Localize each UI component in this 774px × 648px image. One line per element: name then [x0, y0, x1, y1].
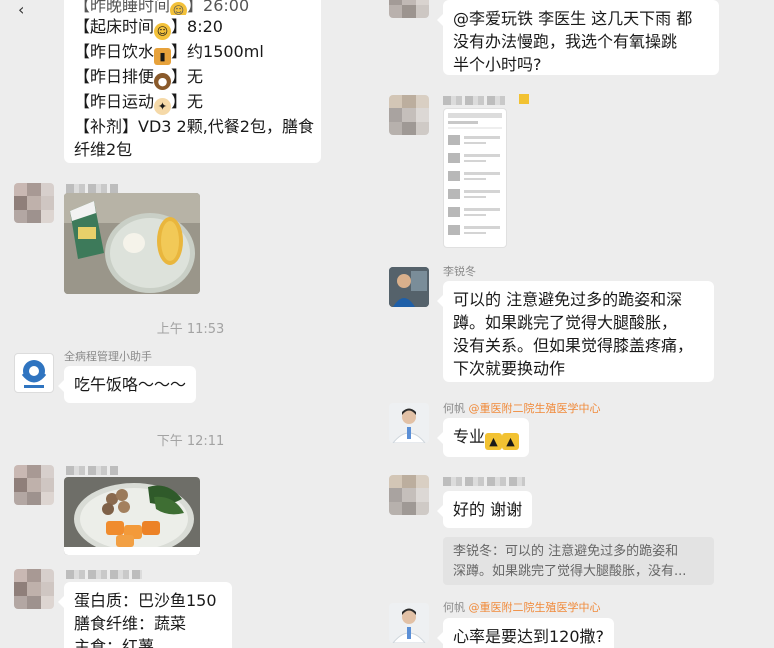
hefan-photo-drawing	[389, 603, 429, 643]
blurred-sender-name	[443, 96, 505, 105]
poop-emoji-icon: ●	[154, 73, 172, 90]
hefan-message-bubble[interactable]: 专业 ▲ ▲	[436, 418, 530, 457]
screenshot-image[interactable]	[443, 108, 507, 248]
assistant-logo-icon	[21, 360, 47, 388]
lunch-photo[interactable]	[64, 477, 200, 555]
avatar[interactable]	[389, 0, 429, 18]
blurred-sender-name	[66, 184, 118, 193]
avatar[interactable]	[14, 569, 54, 609]
yellow-emoji-icon	[519, 94, 529, 104]
organization-mention[interactable]: @重医附二院生殖医学中心	[469, 402, 601, 415]
message-line: 没有关系。但如果觉得膝盖疼痛，	[453, 336, 694, 355]
stool-label: 【昨日排便	[74, 67, 155, 86]
timestamp: 上午 11:53	[156, 322, 225, 337]
question-bubble[interactable]: @李爱玩铁 李医生 这几天下雨 都 没有办法慢跑，我选个有氧操跳 半个小时吗?	[437, 0, 719, 75]
cup-emoji-icon: ▮	[154, 48, 172, 65]
stool-value: 】无	[171, 67, 204, 86]
doctor-photo-drawing	[389, 267, 429, 307]
partial-line: 【昨晚睡时间 ☺ 】26:00	[74, 0, 311, 15]
message-line: 没有办法慢跑，我选个有氧操跳	[453, 32, 678, 51]
message-line: 可以的 注意避免过多的跪姿和深	[453, 290, 683, 309]
water-line: 【昨日饮水 ▮ 】约1500ml	[74, 40, 311, 65]
hefan-avatar[interactable]	[389, 603, 429, 643]
exercise-line: 【昨日运动 ✦ 】无	[74, 90, 311, 115]
exercise-label: 【昨日运动	[74, 92, 155, 111]
back-arrow-icon[interactable]: ‹	[18, 0, 24, 19]
avatar[interactable]	[389, 475, 429, 515]
diet-line: 蛋白质：巴沙鱼150	[74, 591, 217, 610]
lunch-photo-drawing	[64, 477, 200, 555]
sender-name: 何帆	[443, 402, 465, 415]
right-chat-panel: @李爱玩铁 李医生 这几天下雨 都 没有办法慢跑，我选个有氧操跳 半个小时吗?	[379, 0, 774, 648]
breakfast-photo-drawing	[64, 193, 200, 294]
wake-label: 【起床时间	[74, 17, 155, 36]
diet-line: 主食：红薯	[74, 637, 155, 648]
quoted-message[interactable]: 李锐冬：可以的 注意避免过多的跪姿和 深蹲。如果跳完了觉得大腿酸胀，没有...	[443, 537, 714, 585]
hefan-name-line: 何帆 @重医附二院生殖医学中心	[443, 400, 601, 416]
sender-name: 李锐冬	[443, 265, 476, 278]
avatar[interactable]	[389, 95, 429, 135]
hefan-name-line: 何帆 @重医附二院生殖医学中心	[443, 599, 601, 615]
assistant-avatar[interactable]	[14, 353, 54, 393]
left-chat-panel: ‹ 【昨晚睡时间 ☺ 】26:00 【起床时间 ☺ 】8:20 【昨日饮水 ▮ 】约1500…	[0, 0, 381, 648]
blurred-sender-name	[66, 466, 118, 475]
water-label: 【昨日饮水	[74, 42, 155, 61]
supplement-line-2: 纤维2包	[74, 140, 133, 159]
stool-line: 【昨日排便 ● 】无	[74, 65, 311, 90]
quote-line: 李锐冬：可以的 注意避免过多的跪姿和	[453, 544, 679, 559]
hefan-photo-drawing	[389, 403, 429, 443]
avatar[interactable]	[14, 183, 54, 223]
doctor-avatar[interactable]	[389, 267, 429, 307]
blurred-sender-name	[443, 477, 525, 486]
quote-line: 深蹲。如果跳完了觉得大腿酸胀，没有...	[453, 564, 687, 579]
message-text: 专业	[453, 427, 486, 446]
message-line: 蹲。如果跳完了觉得大腿酸胀，	[453, 313, 678, 332]
message-line: 半个小时吗?	[453, 55, 542, 74]
blurred-sender-name	[66, 570, 142, 579]
daily-log-bubble[interactable]: 【昨晚睡时间 ☺ 】26:00 【起床时间 ☺ 】8:20 【昨日饮水 ▮ 】约1500ml…	[64, 0, 321, 163]
message-line: @李爱玩铁 李医生 这几天下雨 都	[453, 9, 693, 28]
water-value: 】约1500ml	[171, 42, 264, 61]
timestamp: 下午 12:11	[156, 434, 225, 449]
diet-message-bubble[interactable]: 蛋白质：巴沙鱼150 膳食纤维：蔬菜 主食：红薯	[58, 582, 232, 648]
wake-time-line: 【起床时间 ☺ 】8:20	[74, 15, 311, 40]
message-line: 下次就要换动作	[453, 359, 566, 378]
sender-name: 全病程管理小助手	[64, 350, 152, 363]
diet-line: 膳食纤维：蔬菜	[74, 614, 187, 633]
organization-mention[interactable]: @重医附二院生殖医学中心	[469, 601, 601, 614]
sender-name: 何帆	[443, 601, 465, 614]
smiley-emoji-icon: ☺	[170, 2, 188, 15]
supplement-line: 【补剂】VD3 2颗,代餐2包，膳食	[74, 117, 314, 136]
screenshot-list-drawing	[448, 113, 502, 235]
avatar[interactable]	[14, 465, 54, 505]
hefan-message-bubble[interactable]: 心率是要达到120撒?	[436, 618, 615, 648]
thumbs-up-emoji-icon: ▲	[502, 433, 520, 450]
doctor-reply-bubble[interactable]: 可以的 注意避免过多的跪姿和深 蹲。如果跳完了觉得大腿酸胀， 没有关系。但如果觉…	[437, 281, 714, 382]
hefan-avatar[interactable]	[389, 403, 429, 443]
exercise-value: 】无	[171, 92, 204, 111]
breakfast-photo[interactable]	[64, 193, 200, 294]
wake-value: 】8:20	[171, 17, 223, 36]
smiley-emoji-icon: ☺	[154, 23, 172, 40]
thumbs-up-emoji-icon: ▲	[485, 433, 503, 450]
partial-text: 26:00	[203, 0, 250, 15]
patient-reply-bubble[interactable]: 好的 谢谢	[436, 491, 533, 528]
running-emoji-icon: ✦	[154, 98, 172, 115]
assistant-message-bubble[interactable]: 吃午饭咯～～～	[57, 366, 197, 403]
